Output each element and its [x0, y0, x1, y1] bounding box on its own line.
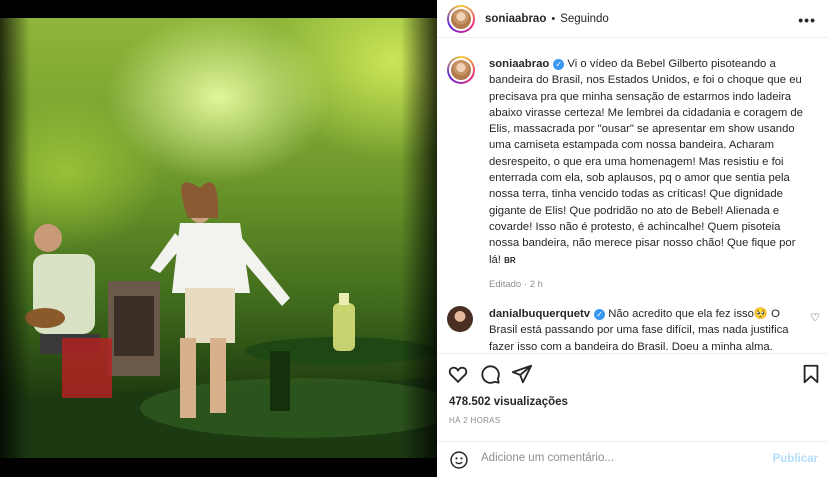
comment-username[interactable]: danialbuquerquetv: [489, 308, 590, 320]
emoji-icon[interactable]: [449, 450, 469, 470]
post-sidebar: soniaabrao • Seguindo ••• soniaabrao ✓ Vi…: [437, 0, 828, 477]
comment-bubble-icon[interactable]: [479, 363, 501, 385]
follow-status-button[interactable]: Seguindo: [560, 13, 609, 25]
post-time[interactable]: HÁ 2 HORAS: [449, 416, 500, 425]
caption-avatar[interactable]: [447, 56, 475, 84]
share-paper-plane-icon[interactable]: [511, 363, 533, 385]
header-separator: •: [551, 12, 556, 25]
video-player[interactable]: [0, 18, 437, 458]
view-count[interactable]: 478.502 visualizações: [449, 396, 568, 408]
video-frame: [0, 182, 437, 458]
action-bar: [437, 355, 828, 391]
caption-username[interactable]: soniaabrao: [489, 58, 549, 70]
like-heart-icon[interactable]: [447, 363, 469, 385]
caption: soniaabrao ✓ Vi o vídeo da Bebel Gilberto…: [437, 38, 828, 293]
post-header: soniaabrao • Seguindo •••: [437, 0, 828, 38]
comment-input[interactable]: [481, 452, 761, 464]
verified-badge-icon: ✓: [594, 308, 606, 320]
caption-meta: Editado · 2 h: [489, 278, 543, 290]
add-comment-bar: Publicar: [437, 441, 828, 477]
author-username[interactable]: soniaabrao: [485, 13, 546, 25]
edited-label: Editado: [489, 278, 522, 290]
save-bookmark-icon[interactable]: [800, 363, 822, 385]
commenter-avatar[interactable]: [447, 306, 473, 333]
caption-text: Vi o vídeo da Bebel Gilberto pisoteando …: [489, 58, 803, 266]
caption-flag: BR: [504, 255, 516, 265]
comments-list[interactable]: soniaabrao ✓ Vi o vídeo da Bebel Gilberto…: [437, 38, 828, 354]
more-options-icon[interactable]: •••: [798, 12, 816, 28]
like-comment-icon[interactable]: ♡: [810, 310, 820, 326]
verified-badge-icon: ✓: [553, 58, 565, 70]
comment-item: danialbuquerquetv ✓ Não acredito que ela …: [437, 293, 828, 353]
author-avatar[interactable]: [447, 4, 475, 33]
publish-button[interactable]: Publicar: [773, 453, 818, 465]
post-media[interactable]: [0, 0, 437, 477]
caption-time[interactable]: 2 h: [530, 279, 543, 290]
